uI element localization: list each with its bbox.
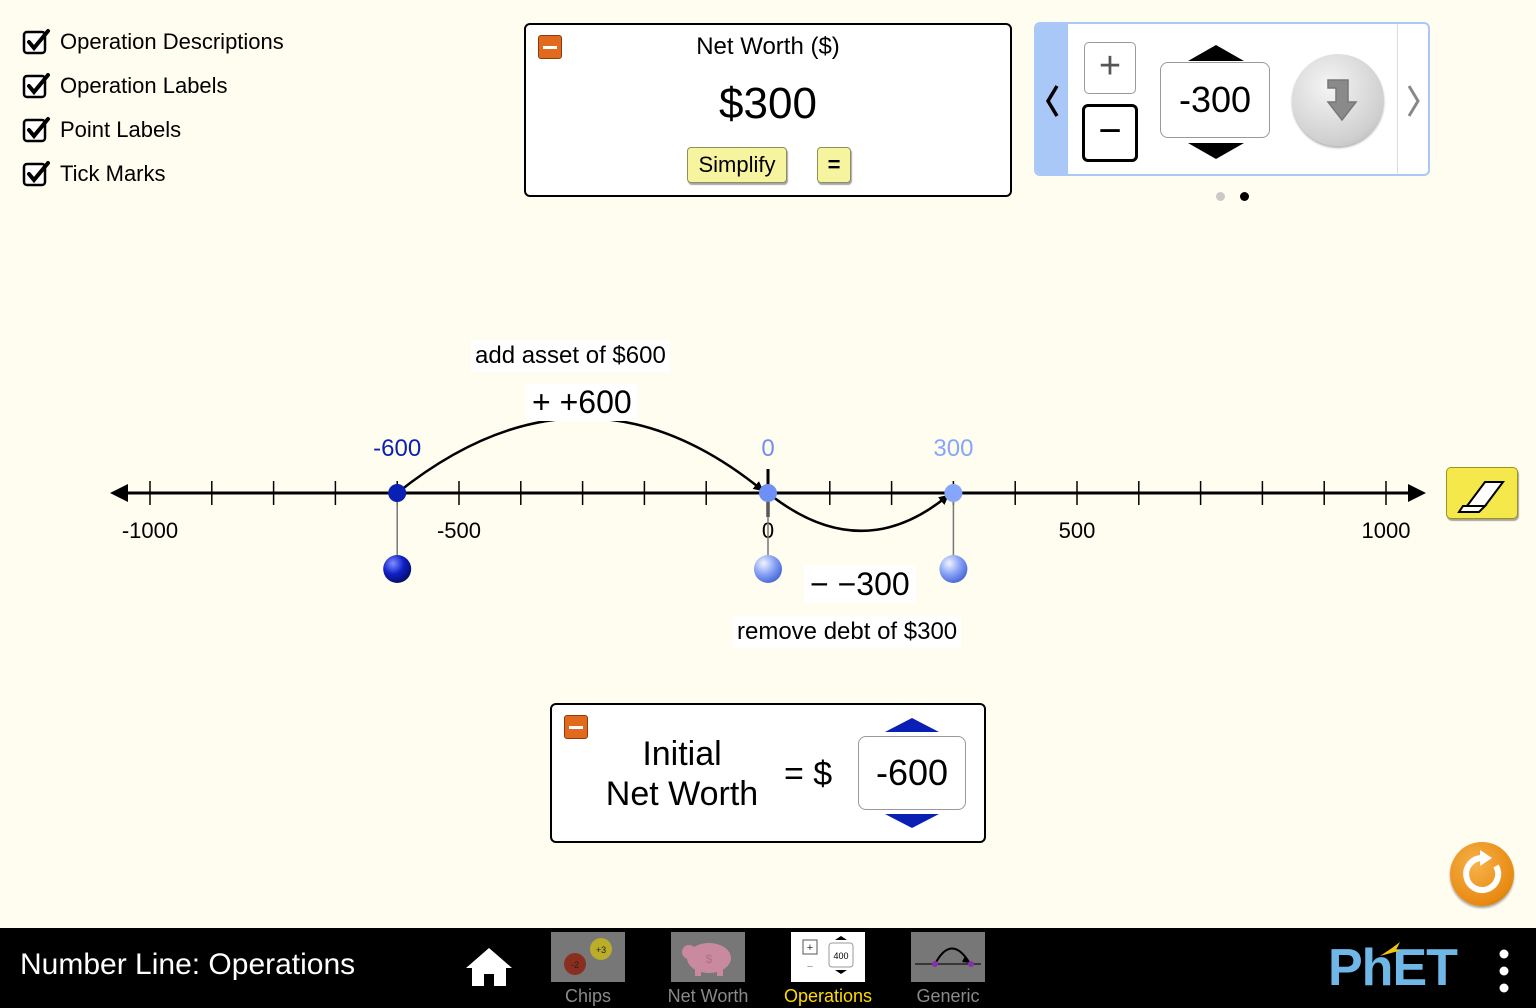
tab-generic[interactable]: Generic: [910, 932, 986, 1007]
axis-right-arrow-icon: [1408, 484, 1426, 502]
minus-icon: [569, 725, 583, 729]
initial-label-line2: Net Worth: [605, 775, 759, 813]
operation-label: + +600: [526, 384, 638, 421]
tick-label: 1000: [1362, 518, 1411, 543]
point-label: 300: [933, 435, 973, 462]
reset-all-button[interactable]: [1450, 842, 1514, 906]
thumbnail-value: 400: [833, 951, 848, 961]
tab-label: Operations: [783, 986, 873, 1006]
equals-dollar-label: = $: [784, 755, 833, 793]
svg-text:−: −: [807, 961, 813, 973]
point-controller-knob[interactable]: [754, 555, 782, 583]
phet-logo-spark-icon: [1380, 942, 1402, 956]
initial-net-worth-panel: Initial Net Worth = $ -600: [550, 703, 986, 843]
decrement-arrow-icon[interactable]: [884, 813, 940, 829]
chip-negative-label: -2: [571, 960, 579, 970]
piggy-bank-icon: $: [682, 943, 731, 976]
operation-label: − −300: [804, 566, 916, 603]
operation-description: remove debt of $300: [733, 616, 962, 648]
home-icon: [466, 948, 512, 986]
operation-description: add asset of $600: [471, 340, 670, 372]
tick-label: -1000: [122, 518, 178, 543]
svg-text:$: $: [706, 952, 713, 966]
svg-text:+: +: [807, 942, 813, 954]
phet-logo[interactable]: PhET: [1328, 938, 1478, 1000]
net-worth-thumbnail: $: [671, 932, 745, 982]
point-label: 0: [761, 435, 774, 462]
tab-label: Chips: [564, 986, 612, 1006]
number-line-point: [759, 484, 777, 502]
eraser-icon: [1457, 481, 1505, 513]
kebab-menu-icon: [1499, 949, 1509, 993]
options-menu-button[interactable]: [1492, 948, 1516, 994]
eraser-button[interactable]: [1446, 467, 1518, 519]
tab-operations[interactable]: + − 400 Operations: [784, 932, 872, 1007]
initial-value-display: -600: [858, 736, 966, 810]
point-label: -600: [373, 435, 421, 462]
reset-icon: [1463, 850, 1502, 893]
operations-thumbnail: + − 400: [791, 932, 865, 982]
tab-label: Net Worth: [667, 986, 749, 1006]
axis-left-arrow-icon: [110, 484, 128, 502]
point-controller-knob[interactable]: [939, 555, 968, 583]
operation-arrow: [767, 492, 949, 533]
sim-title: Number Line: Operations: [20, 948, 356, 981]
tab-net-worth[interactable]: $ Net Worth: [668, 932, 748, 1007]
tab-chips[interactable]: -2 +3 Chips: [550, 932, 626, 1007]
chip-positive-label: +3: [596, 945, 606, 955]
generic-thumbnail: [911, 932, 985, 982]
tick-label: 500: [1059, 518, 1096, 543]
operation-arrow: [396, 416, 764, 494]
chips-thumbnail: -2 +3: [551, 932, 625, 982]
navigation-bar: Number Line: Operations -2 +3 Chips $ Net…: [0, 928, 1536, 1008]
initial-label-line1: Initial: [642, 735, 722, 773]
tick-label: -500: [437, 518, 481, 543]
tab-label: Generic: [916, 986, 980, 1006]
point-controller-knob[interactable]: [383, 555, 412, 583]
number-line-point: [944, 484, 963, 502]
home-button[interactable]: [462, 944, 516, 990]
number-line: -1000 -500 0 500 1000 -600 0 300: [110, 416, 1426, 583]
number-line-point: [388, 484, 407, 502]
increment-arrow-icon[interactable]: [884, 717, 940, 733]
